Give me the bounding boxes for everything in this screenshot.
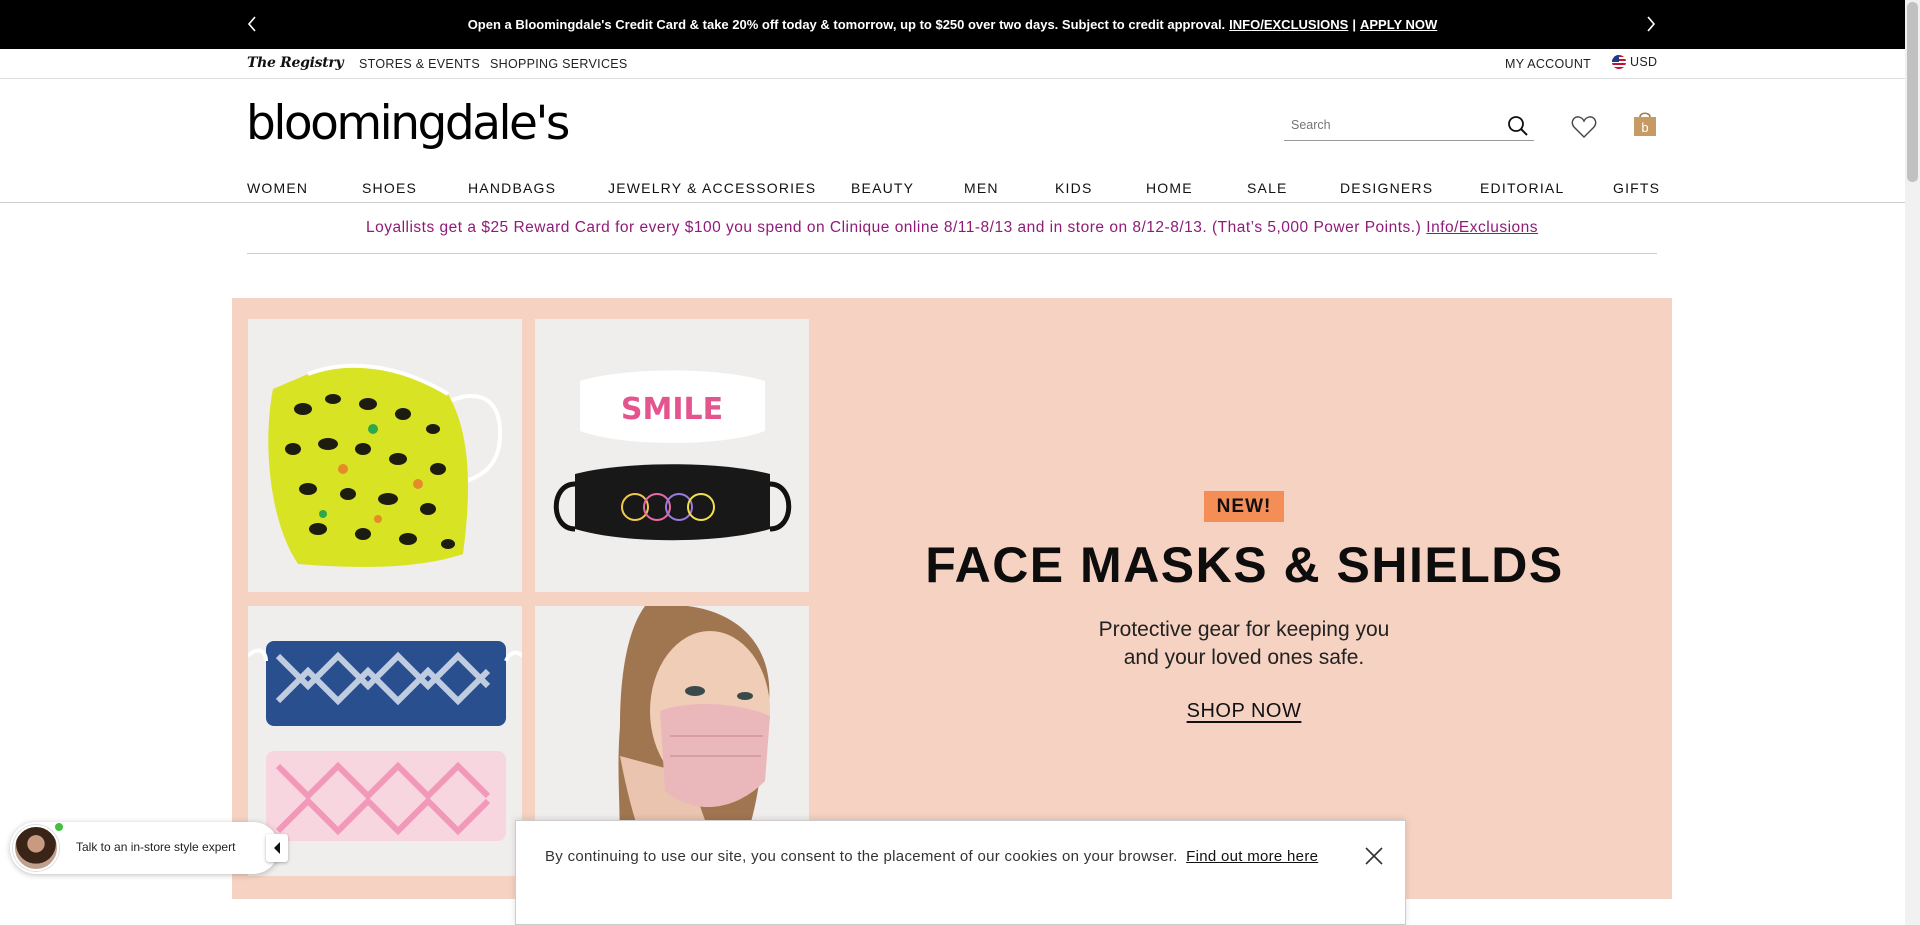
nav-women[interactable]: WOMEN [247,180,308,196]
shop-now-link[interactable]: SHOP NOW [1182,700,1306,723]
nav-editorial[interactable]: EDITORIAL [1480,180,1564,196]
promo-bar: Open a Bloomingdale's Credit Card & take… [0,0,1905,49]
hero-banner[interactable]: SMILE NEW! FACE MASKS & SHIELDS Protecti… [232,298,1672,899]
tie-dye-masks-image[interactable] [248,606,522,876]
registry-link[interactable]: The Registry [247,55,344,71]
header: bloomingdale's b WOMEN SHOES HANDBAGS JE… [0,79,1905,203]
style-expert-chat-widget[interactable]: Talk to an in-store style expert [10,822,288,874]
stores-events-link[interactable]: STORES & EVENTS [359,57,480,71]
smile-text: SMILE [621,392,723,427]
promo-text: Open a Bloomingdale's Credit Card & take… [467,17,1226,32]
wishlist-heart-icon[interactable] [1571,115,1597,139]
main-nav: WOMEN SHOES HANDBAGS JEWELRY & ACCESSORI… [0,175,1905,203]
hero-copy: NEW! FACE MASKS & SHIELDS Protective gea… [912,298,1612,899]
us-flag-icon [1612,55,1626,69]
currency-label: USD [1630,55,1658,69]
shopping-bag-icon[interactable]: b [1633,109,1657,137]
scrollbar-thumb[interactable] [1907,2,1918,182]
nav-men[interactable]: MEN [964,180,999,196]
utility-nav: The Registry STORES & EVENTS SHOPPING SE… [0,49,1905,79]
smile-masks-image[interactable]: SMILE [535,319,809,592]
stylist-avatar [13,825,59,871]
promo-apply-link[interactable]: APPLY NOW [1360,17,1437,32]
nav-sale[interactable]: SALE [1247,180,1288,196]
loyallist-text: Loyallists get a $25 Reward Card for eve… [365,219,1422,236]
page-scrollbar[interactable] [1905,0,1920,925]
cookie-message-container: By continuing to use our site, you conse… [545,848,1318,865]
nav-jewelry-accessories[interactable]: JEWELRY & ACCESSORIES [608,180,816,196]
my-account-link[interactable]: MY ACCOUNT [1505,57,1591,71]
hero-headline: FACE MASKS & SHIELDS [925,537,1564,593]
leopard-mask-image[interactable] [248,319,522,592]
currency-selector[interactable]: USD [1612,55,1657,69]
promo-prev-arrow-icon[interactable] [240,12,264,36]
site-logo[interactable]: bloomingdale's [246,96,570,151]
nav-beauty[interactable]: BEAUTY [851,180,914,196]
cookie-find-out-more-link[interactable]: Find out more here [1186,848,1318,865]
online-status-dot [54,822,64,832]
loyallist-banner: Loyallists get a $25 Reward Card for eve… [247,203,1657,254]
search-input[interactable] [1284,112,1494,138]
nav-kids[interactable]: KIDS [1055,180,1092,196]
svg-text:b: b [1641,120,1648,135]
search-box [1284,112,1534,141]
cookie-consent-banner: By continuing to use our site, you conse… [515,820,1406,925]
loyallist-info-link[interactable]: Info/Exclusions [1426,219,1538,237]
chat-label: Talk to an in-store style expert [76,840,236,854]
cookie-message: By continuing to use our site, you conse… [545,848,1178,865]
search-icon[interactable] [1507,115,1529,137]
nav-shoes[interactable]: SHOES [362,180,417,196]
chat-collapse-icon[interactable] [266,834,288,862]
promo-next-arrow-icon[interactable] [1639,12,1663,36]
nav-handbags[interactable]: HANDBAGS [468,180,556,196]
promo-info-link[interactable]: INFO/EXCLUSIONS [1229,17,1348,32]
nav-gifts[interactable]: GIFTS [1613,180,1660,196]
hero-subline: Protective gear for keeping you and your… [1098,618,1390,669]
close-icon[interactable] [1363,845,1385,867]
nav-designers[interactable]: DESIGNERS [1340,180,1433,196]
shopping-services-link[interactable]: SHOPPING SERVICES [490,57,628,71]
nav-home[interactable]: HOME [1146,180,1193,196]
promo-separator: | [1352,17,1356,32]
new-badge: NEW! [1204,491,1284,522]
